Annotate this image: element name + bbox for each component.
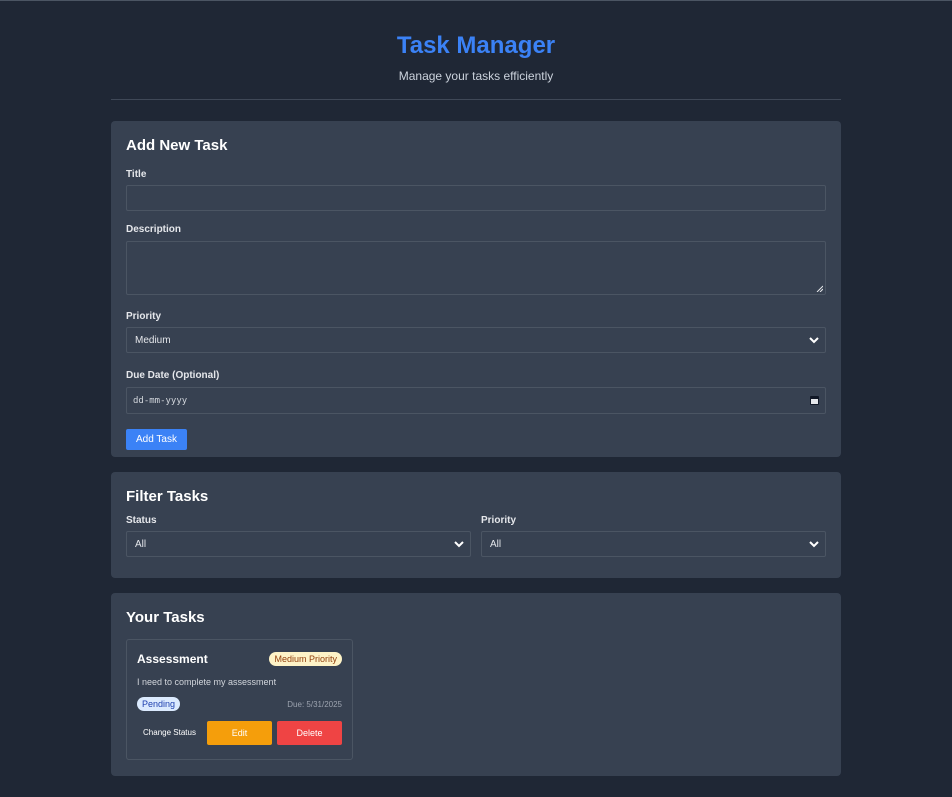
- filter-card: Filter Tasks Status All Priority All: [111, 472, 841, 578]
- task-title: Assessment: [137, 652, 208, 666]
- due-date-label: Due Date (Optional): [126, 370, 220, 381]
- filter-heading: Filter Tasks: [126, 488, 209, 505]
- chevron-down-icon: [809, 337, 819, 344]
- description-label: Description: [126, 224, 182, 235]
- app-container: Task Manager Manage your tasks efficient…: [111, 1, 841, 776]
- chevron-down-icon: [454, 541, 464, 548]
- app-subtitle: Manage your tasks efficiently: [398, 69, 554, 83]
- task-header: Assessment Medium Priority: [137, 652, 342, 666]
- app-title: Task Manager: [396, 32, 556, 59]
- edit-button[interactable]: Edit: [207, 721, 272, 745]
- priority-filter-group: Priority All: [481, 515, 826, 557]
- delete-button[interactable]: Delete: [277, 721, 342, 745]
- calendar-icon[interactable]: [810, 396, 819, 405]
- priority-badge: Medium Priority: [269, 652, 342, 666]
- status-filter-value: All: [135, 538, 147, 550]
- add-task-card: Add New Task Title Description Priority …: [111, 121, 841, 457]
- priority-select-value: Medium: [135, 334, 171, 346]
- due-date-input[interactable]: dd-mm-yyyy: [126, 387, 826, 414]
- priority-filter-label: Priority: [481, 515, 517, 526]
- due-date-placeholder: dd-mm-yyyy: [133, 395, 188, 406]
- description-textarea[interactable]: [126, 241, 826, 295]
- status-filter-group: Status All: [126, 515, 471, 557]
- add-task-button[interactable]: Add Task: [126, 429, 187, 450]
- status-filter-select[interactable]: All: [126, 531, 471, 557]
- title-input[interactable]: [126, 185, 826, 211]
- task-meta: Pending Due: 5/31/2025: [137, 697, 342, 711]
- task-item: Assessment Medium Priority I need to com…: [126, 639, 353, 760]
- priority-select[interactable]: Medium: [126, 327, 826, 353]
- priority-filter-value: All: [490, 538, 502, 550]
- status-filter-label: Status: [126, 515, 157, 526]
- tasks-card: Your Tasks Assessment Medium Priority I …: [111, 593, 841, 776]
- filter-row: Status All Priority All: [126, 515, 826, 557]
- title-label: Title: [126, 169, 147, 180]
- tasks-heading: Your Tasks: [126, 609, 205, 626]
- change-status-button[interactable]: Change Status: [137, 721, 202, 745]
- status-badge: Pending: [137, 697, 181, 711]
- page-header: Task Manager Manage your tasks efficient…: [111, 1, 841, 100]
- priority-filter-select[interactable]: All: [481, 531, 826, 557]
- resize-grip-icon[interactable]: [816, 285, 823, 292]
- task-actions: Change Status Edit Delete: [137, 721, 342, 745]
- priority-label: Priority: [126, 311, 162, 322]
- chevron-down-icon: [809, 541, 819, 548]
- add-task-heading: Add New Task: [126, 137, 228, 154]
- task-due-date: Due: 5/31/2025: [287, 699, 342, 709]
- task-description: I need to complete my assessment: [137, 677, 277, 687]
